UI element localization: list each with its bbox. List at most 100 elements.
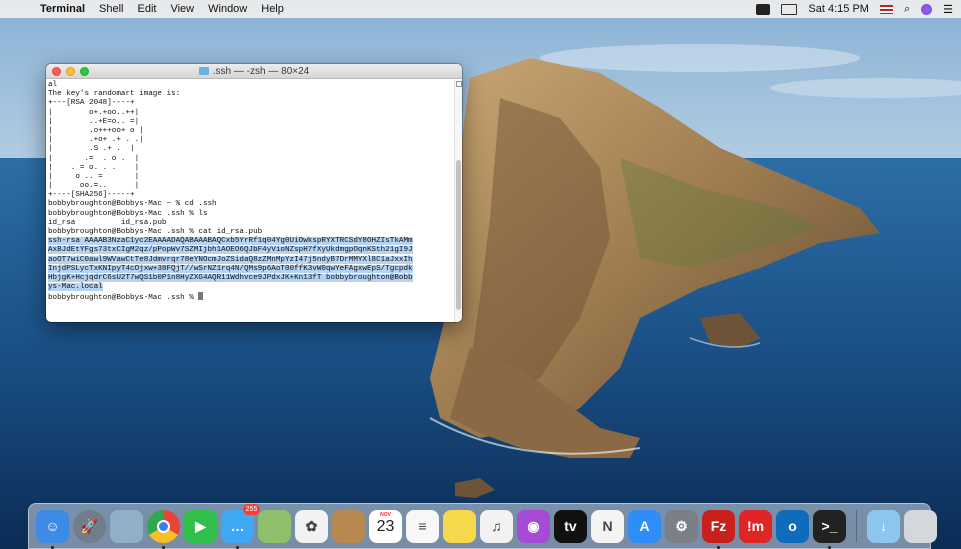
running-indicator: [236, 545, 239, 549]
maximize-button[interactable]: [80, 67, 89, 76]
menu-bar: Terminal Shell Edit View Window Help Sat…: [0, 0, 961, 18]
running-indicator: [828, 545, 831, 549]
terminal-line: AxBJdEtYFgs73txCIgM2qz/pPopWv7SZMIjbh1AO…: [48, 246, 452, 255]
imazing-icon[interactable]: !m: [739, 509, 772, 543]
photos-icon[interactable]: ✿: [295, 509, 328, 543]
terminal-line-text: bobbybroughton@Bobbys-Mac ~ % cd .ssh: [48, 200, 217, 209]
terminal-line: id_rsa id_rsa.pub: [48, 219, 452, 228]
terminal-line-text: | .S .+ . |: [48, 145, 135, 154]
terminal-line-text: | .= . o . |: [48, 154, 140, 163]
podcasts-icon[interactable]: ◉: [517, 509, 550, 543]
terminal-line: The key's randomart image is:: [48, 90, 452, 99]
terminal-line: bobbybroughton@Bobbys-Mac ~ % cd .ssh: [48, 200, 452, 209]
terminal-line: ys-Mac.local: [48, 283, 452, 292]
menu-help[interactable]: Help: [261, 0, 284, 18]
menu-edit[interactable]: Edit: [138, 0, 157, 18]
apple-tv-glyph: tv: [564, 518, 577, 534]
finder-icon[interactable]: ☺: [36, 509, 69, 549]
downloads-folder-icon[interactable]: ↓: [867, 509, 900, 543]
outlook-glyph: o: [788, 518, 797, 534]
close-button[interactable]: [52, 67, 61, 76]
text-cursor: [198, 292, 204, 301]
terminal-line: | . = o. . . |: [48, 164, 452, 173]
minimize-button[interactable]: [66, 67, 75, 76]
terminal-line: | .= . o . |: [48, 155, 452, 164]
contacts-icon[interactable]: [332, 509, 365, 543]
terminal-line-text: ys-Mac.local: [48, 283, 103, 292]
terminal-line: InjdPSLycTxKNIpyT4cOjxw+38FQjT//wSrNZ1rq…: [48, 264, 452, 274]
preview-icon[interactable]: [110, 509, 143, 543]
terminal-line-text: | . = o. . . |: [48, 163, 140, 172]
calendar-day: 23: [376, 517, 395, 535]
downloads-folder-glyph: ↓: [880, 518, 887, 534]
terminal-line-text: aoOT7wiC0awl9WVawCtTe8Jdmvrqr78eYNOcmJoZ…: [48, 255, 413, 264]
launchpad-icon[interactable]: 🚀: [73, 509, 106, 543]
terminal-line-text: | oo.=.. |: [48, 182, 140, 191]
terminal-line: | o .. = |: [48, 173, 452, 182]
terminal-glyph: >_: [821, 518, 838, 534]
terminal-line-text: +----[SHA256]-----+: [48, 191, 135, 200]
siri-icon[interactable]: [921, 3, 933, 15]
terminal-output[interactable]: al The key's randomart image is: +---[RSA …: [46, 80, 454, 322]
terminal-window[interactable]: .ssh — -zsh — 80×24 al The key's randomar…: [46, 64, 462, 322]
scrollbar-thumb[interactable]: [456, 160, 461, 310]
terminal-line: +---[RSA 2048]----+: [48, 99, 452, 108]
terminal-line-text: bobbybroughton@Bobbys-Mac .ssh % ls: [48, 209, 208, 218]
trash-icon[interactable]: [904, 509, 937, 543]
music-icon[interactable]: ♫: [480, 509, 513, 543]
display-mirroring-icon[interactable]: [781, 3, 798, 15]
flag-input-source-icon[interactable]: [879, 4, 893, 14]
outlook-icon[interactable]: o: [776, 509, 809, 543]
terminal-line: | o+.+oo..++|: [48, 109, 452, 118]
imazing-glyph: !m: [746, 518, 765, 534]
terminal-line: HbjgK+HcjqdrC6sU2T7wQS1b0P1n8HyZXG4AQR11…: [48, 273, 452, 283]
maps-icon[interactable]: [258, 509, 291, 543]
running-indicator: [717, 545, 720, 549]
calendar-icon[interactable]: NOV 23: [369, 509, 402, 543]
terminal-line-text: InjdPSLycTxKNIpyT4cOjxw+38FQjT//wSrNZ1rq…: [48, 264, 413, 273]
terminal-line-text: The key's randomart image is:: [48, 90, 181, 99]
reminders-glyph: ≡: [418, 518, 427, 534]
terminal-line-text: | o+.+oo..++|: [48, 108, 140, 117]
photos-glyph: ✿: [305, 517, 318, 534]
filezilla-icon[interactable]: Fz: [702, 509, 735, 549]
terminal-scrollbar[interactable]: [454, 80, 462, 322]
menu-app-name[interactable]: Terminal: [40, 0, 85, 18]
terminal-line: bobbybroughton@Bobbys-Mac .ssh % ls: [48, 210, 452, 219]
terminal-line: | .o+++oo+ o |: [48, 127, 452, 136]
spotlight-search-icon[interactable]: ⌕: [904, 3, 910, 16]
notes-icon[interactable]: [443, 509, 476, 543]
reminders-icon[interactable]: ≡: [406, 509, 439, 543]
terminal-line: | .+o+ .+ . .|: [48, 136, 452, 145]
terminal-title: .ssh — -zsh — 80×24: [212, 65, 310, 77]
system-preferences-icon[interactable]: ⚙: [665, 509, 698, 543]
filezilla-glyph: Fz: [710, 518, 727, 534]
terminal-titlebar[interactable]: .ssh — -zsh — 80×24: [46, 64, 462, 79]
terminal-line-text: HbjgK+HcjqdrC6sU2T7wQS1b0P1n8HyZXG4AQR11…: [48, 273, 413, 282]
terminal-line-text: ssh-rsa AAAAB3NzaC1yc2EAAAADAQABAAABAQCx…: [48, 237, 413, 246]
menu-view[interactable]: View: [170, 0, 194, 18]
terminal-line-text: AxBJdEtYFgs73txCIgM2qz/pPopWv7SZMIjbh1AO…: [48, 246, 413, 255]
terminal-line: | .S .+ . |: [48, 145, 452, 154]
input-menu-icon[interactable]: [756, 3, 771, 15]
app-store-icon[interactable]: A: [628, 509, 661, 543]
terminal-line-text: | ..+E=o.. =|: [48, 117, 140, 126]
running-indicator: [51, 545, 54, 549]
messages-icon[interactable]: … 255: [221, 503, 260, 549]
music-glyph: ♫: [491, 518, 502, 534]
terminal-line-text: al: [48, 81, 58, 89]
menu-window[interactable]: Window: [208, 0, 247, 18]
news-icon[interactable]: N: [591, 509, 624, 543]
terminal-line-text: +---[RSA 2048]----+: [48, 99, 135, 108]
system-preferences-glyph: ⚙: [675, 517, 688, 534]
chrome-icon[interactable]: [147, 509, 180, 549]
terminal-line: al: [48, 81, 452, 90]
notification-center-icon[interactable]: ☰: [943, 3, 953, 16]
folder-icon: [198, 67, 209, 75]
facetime-icon[interactable]: ▶: [184, 509, 217, 543]
apple-tv-icon[interactable]: tv: [554, 509, 587, 543]
menubar-clock[interactable]: Sat 4:15 PM: [808, 3, 869, 15]
terminal-icon[interactable]: >_: [813, 509, 846, 549]
launchpad-glyph: 🚀: [80, 517, 99, 534]
menu-shell[interactable]: Shell: [99, 0, 123, 18]
